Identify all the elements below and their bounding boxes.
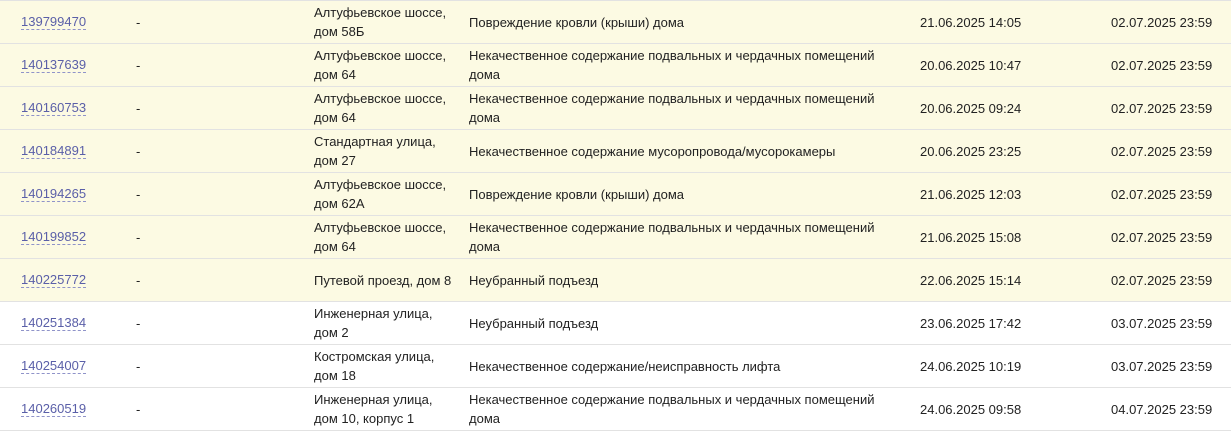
description-text: Неубранный подъезд (469, 272, 599, 288)
description-text: Некачественное содержание подвальных и ч… (469, 91, 875, 125)
deadline-date: 02.07.2025 23:59 (1111, 229, 1213, 245)
status-cell: - (136, 272, 141, 288)
request-id-link[interactable]: 140260519 (21, 401, 87, 417)
requests-table: 139799470 - Алтуфьевское шоссе, дом 58Б … (0, 0, 1231, 431)
description-text: Некачественное содержание подвальных и ч… (469, 48, 875, 82)
table-row: 140137639 - Алтуфьевское шоссе, дом 64 Н… (0, 44, 1231, 87)
created-date: 21.06.2025 14:05 (920, 14, 1022, 30)
created-date: 20.06.2025 10:47 (920, 57, 1022, 73)
request-id-link[interactable]: 140225772 (21, 272, 87, 288)
table-row: 140260519 - Инженерная улица, дом 10, ко… (0, 388, 1231, 431)
created-date: 23.06.2025 17:42 (920, 315, 1022, 331)
table-row: 140254007 - Костромская улица, дом 18 Не… (0, 345, 1231, 388)
address-text: Алтуфьевское шоссе, дом 64 (314, 48, 447, 82)
status-cell: - (136, 57, 141, 73)
created-date: 20.06.2025 23:25 (920, 143, 1022, 159)
status-cell: - (136, 401, 141, 417)
status-cell: - (136, 14, 141, 30)
deadline-date: 02.07.2025 23:59 (1111, 143, 1213, 159)
request-id-link[interactable]: 140160753 (21, 100, 87, 116)
description-text: Некачественное содержание/неисправность … (469, 358, 781, 374)
address-text: Путевой проезд, дом 8 (314, 272, 452, 288)
status-cell: - (136, 315, 141, 331)
deadline-date: 02.07.2025 23:59 (1111, 272, 1213, 288)
created-date: 24.06.2025 09:58 (920, 401, 1022, 417)
deadline-date: 03.07.2025 23:59 (1111, 358, 1213, 374)
status-cell: - (136, 358, 141, 374)
address-text: Алтуфьевское шоссе, дом 64 (314, 91, 447, 125)
address-text: Алтуфьевское шоссе, дом 64 (314, 220, 447, 254)
created-date: 21.06.2025 15:08 (920, 229, 1022, 245)
table-row: 140251384 - Инженерная улица, дом 2 Неуб… (0, 302, 1231, 345)
table-row: 140160753 - Алтуфьевское шоссе, дом 64 Н… (0, 87, 1231, 130)
description-text: Некачественное содержание мусоропровода/… (469, 143, 836, 159)
table-row: 140184891 - Стандартная улица, дом 27 Не… (0, 130, 1231, 173)
table-row: 139799470 - Алтуфьевское шоссе, дом 58Б … (0, 1, 1231, 44)
address-text: Стандартная улица, дом 27 (314, 134, 436, 168)
created-date: 20.06.2025 09:24 (920, 100, 1022, 116)
address-text: Костромская улица, дом 18 (314, 349, 435, 383)
request-id-link[interactable]: 139799470 (21, 14, 87, 30)
deadline-date: 02.07.2025 23:59 (1111, 100, 1213, 116)
description-text: Неубранный подъезд (469, 315, 599, 331)
deadline-date: 02.07.2025 23:59 (1111, 57, 1213, 73)
created-date: 22.06.2025 15:14 (920, 272, 1022, 288)
description-text: Некачественное содержание подвальных и ч… (469, 392, 875, 426)
request-id-link[interactable]: 140254007 (21, 358, 87, 374)
status-cell: - (136, 186, 141, 202)
created-date: 24.06.2025 10:19 (920, 358, 1022, 374)
description-text: Повреждение кровли (крыши) дома (469, 14, 685, 30)
status-cell: - (136, 143, 141, 159)
description-text: Повреждение кровли (крыши) дома (469, 186, 685, 202)
request-id-link[interactable]: 140194265 (21, 186, 87, 202)
deadline-date: 04.07.2025 23:59 (1111, 401, 1213, 417)
request-id-link[interactable]: 140137639 (21, 57, 87, 73)
address-text: Инженерная улица, дом 2 (314, 306, 433, 340)
description-text: Некачественное содержание подвальных и ч… (469, 220, 875, 254)
status-cell: - (136, 100, 141, 116)
status-cell: - (136, 229, 141, 245)
table-row: 140194265 - Алтуфьевское шоссе, дом 62А … (0, 173, 1231, 216)
request-id-link[interactable]: 140199852 (21, 229, 87, 245)
table-row: 140225772 - Путевой проезд, дом 8 Неубра… (0, 259, 1231, 302)
address-text: Инженерная улица, дом 10, корпус 1 (314, 392, 433, 426)
deadline-date: 02.07.2025 23:59 (1111, 14, 1213, 30)
table-row: 140199852 - Алтуфьевское шоссе, дом 64 Н… (0, 216, 1231, 259)
created-date: 21.06.2025 12:03 (920, 186, 1022, 202)
address-text: Алтуфьевское шоссе, дом 62А (314, 177, 447, 211)
deadline-date: 03.07.2025 23:59 (1111, 315, 1213, 331)
request-id-link[interactable]: 140251384 (21, 315, 87, 331)
deadline-date: 02.07.2025 23:59 (1111, 186, 1213, 202)
request-id-link[interactable]: 140184891 (21, 143, 87, 159)
address-text: Алтуфьевское шоссе, дом 58Б (314, 5, 447, 39)
